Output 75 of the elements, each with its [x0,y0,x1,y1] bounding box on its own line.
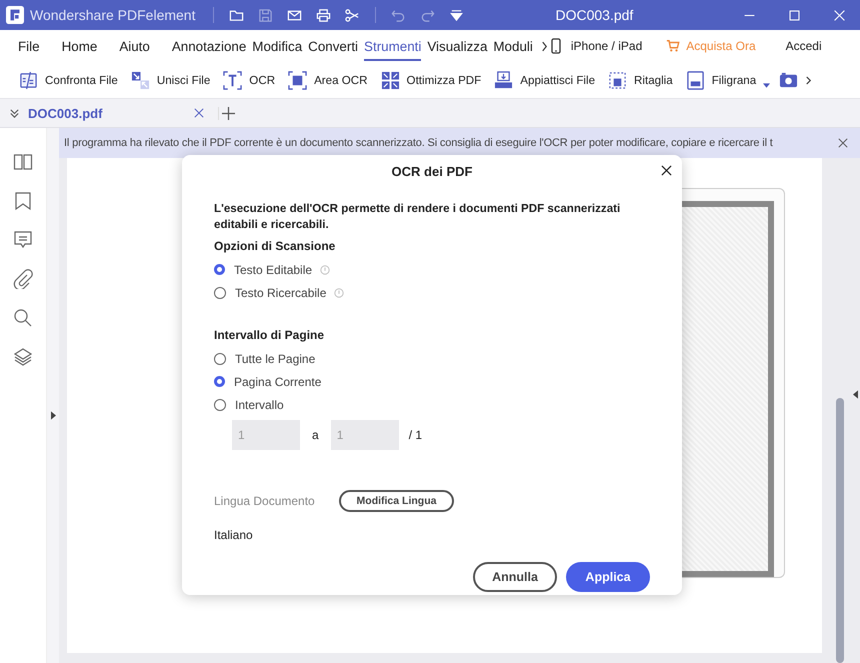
toolbar-button[interactable]: Appiattisci File [494,70,596,90]
toolbar-button[interactable]: Confronta File [19,70,118,90]
menu-tab[interactable]: Visualizza [427,32,488,60]
device-link[interactable]: iPhone / iPad [570,39,642,53]
document-compare-icon [19,70,38,90]
menu-tab[interactable]: File [18,32,40,60]
tray-arrow-icon [494,70,514,90]
layers-icon[interactable] [13,347,33,367]
folder-icon[interactable] [229,8,244,22]
option-label[interactable]: Tutte le Pagine [235,352,316,366]
login-link[interactable]: Accedi [786,39,822,53]
bookmark-icon[interactable] [13,191,33,211]
merge-arrows-icon [130,70,150,90]
menu-tab[interactable]: Annotazione [172,32,246,60]
toolbar-button[interactable]: Ottimizza PDF [380,70,482,90]
toolbar-button[interactable]: Ritaglia [608,70,673,90]
option-label[interactable]: Intervallo [235,398,284,412]
option-label[interactable]: Testo Editabile [234,262,312,276]
app-name: Wondershare PDFelement [30,7,196,23]
dropdown-icon[interactable] [449,8,464,22]
menu-tab[interactable]: Aiuto [119,32,150,60]
text-scan-icon [223,70,242,90]
range-separator: a [312,428,319,442]
toolbar-button[interactable]: OCR [223,70,276,90]
radio-button[interactable] [214,376,225,387]
collapse-arrow-icon[interactable] [853,390,858,399]
menu-tab[interactable]: Moduli [493,32,533,60]
search-icon[interactable] [13,308,33,328]
chevron-right-icon[interactable] [540,40,548,52]
app-logo-icon [6,6,24,24]
scrollbar-thumb[interactable] [836,398,844,663]
watermark-page-icon [686,70,705,90]
compress-grid-icon [380,70,400,90]
mail-icon[interactable] [287,8,302,22]
print-icon[interactable] [316,8,332,22]
chevron-right-icon[interactable] [805,74,812,86]
add-tab-icon[interactable] [218,106,235,120]
double-chevron-icon[interactable] [9,108,20,118]
menu-tab[interactable]: Home [62,32,98,60]
dialog-title: OCR dei PDF [392,164,472,178]
section-heading: Intervallo di Pagine [214,328,326,342]
dialog-description: L'esecuzione dell'OCR permette di rendere i documenti PDF scannerizzati editabili e ricercabili. [214,201,622,233]
comment-icon[interactable] [13,230,33,250]
language-value: Italiano [214,528,254,542]
option-label[interactable]: Testo Ricercabile [235,286,326,300]
paperclip-icon[interactable] [13,269,33,289]
maximize-icon[interactable] [788,8,801,22]
crop-icon [608,70,628,90]
apply-button[interactable]: Applica [566,562,650,592]
area-scan-icon [288,70,308,90]
close-icon[interactable] [661,165,672,176]
menu-tab[interactable]: Converti [308,32,358,60]
toolbar-button[interactable]: Filigrana [686,70,770,90]
radio-button[interactable] [214,352,226,364]
caret-down-icon[interactable] [763,82,770,88]
cancel-button[interactable]: Annulla [473,562,557,592]
change-language-button[interactable]: Modifica Lingua [339,490,454,512]
banner-text: Il programma ha rilevato che il PDF corrente è un documento scannerizzato. Si consiglia di eseguire l'OCR per poter modificare, copiare e ricercare il t [64,137,774,149]
window-title: DOC003.pdf [555,7,634,23]
radio-button[interactable] [214,264,225,275]
language-label: Lingua Documento [214,494,316,508]
option-label[interactable]: Pagina Corrente [234,374,322,388]
page-total: / 1 [408,428,422,442]
toolbar-button[interactable]: Area OCR [288,70,368,90]
camera-icon[interactable] [779,70,798,90]
phone-icon [550,38,561,54]
radio-button[interactable] [214,398,226,410]
section-heading: Opzioni di Scansione [214,239,336,253]
thumbnails-icon[interactable] [13,152,33,172]
cart-icon [666,39,680,53]
toolbar-button[interactable]: Unisci File [130,70,210,90]
radio-button[interactable] [214,286,226,298]
menu-tab[interactable]: Modifica [252,32,302,60]
expand-arrow-icon[interactable] [50,411,56,420]
menu-tab[interactable]: Strumenti [364,32,422,60]
